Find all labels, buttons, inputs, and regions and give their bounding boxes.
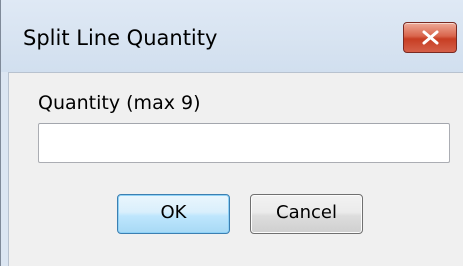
title-bar[interactable]: Split Line Quantity (1, 0, 463, 72)
close-button[interactable] (403, 22, 457, 53)
window-title: Split Line Quantity (23, 26, 218, 50)
cancel-button[interactable]: Cancel (250, 194, 363, 234)
close-icon (422, 30, 439, 45)
ok-button[interactable]: OK (117, 194, 230, 234)
dialog-content: Quantity (max 9) OK Cancel (8, 72, 463, 266)
dialog-window: Split Line Quantity Quantity (max 9) OK … (0, 0, 463, 266)
quantity-input[interactable] (38, 123, 450, 163)
quantity-label: Quantity (max 9) (38, 92, 201, 114)
